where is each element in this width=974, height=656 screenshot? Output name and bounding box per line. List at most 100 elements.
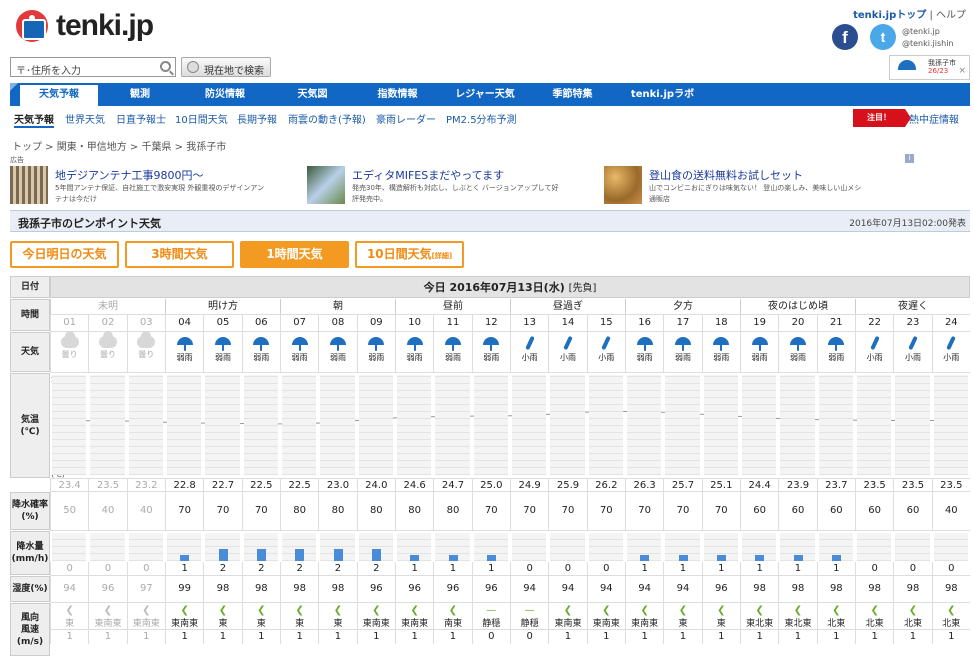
twitter-icon[interactable]: t [870,24,896,50]
weather-label: 弱雨 [636,353,653,362]
period-label: 昼前 [395,299,510,314]
wind-direction-text: 東 [716,619,726,629]
humidity-cell: 96 [433,576,471,602]
period-label: 昼過ぎ [510,299,625,314]
tab-today-tomorrow[interactable]: 今日明日の天気 [10,241,119,268]
ad-info-icon[interactable]: i [905,154,914,163]
subnav-10day[interactable]: 10日間天気 [175,111,228,126]
help-link[interactable]: ヘルプ [936,10,966,21]
temp-value: 22.8 [165,479,203,492]
subnav-longterm[interactable]: 長期予報 [237,111,277,126]
hour-cell: 18 [701,315,740,331]
umbrella-icon [483,335,500,351]
weather-cell: 弱雨 [318,332,356,372]
nav-index[interactable]: 指数情報 [365,83,430,106]
wind-cell: ❮ 南東 [433,603,471,629]
precip-cell: 0 [931,562,970,575]
humidity-cell: 98 [241,576,280,602]
temp-value: 25.0 [471,479,510,492]
wind-speed-cell: 1 [663,630,701,644]
chart-column [933,375,968,475]
tenki-top-link[interactable]: tenki.jpトップ [853,10,926,21]
gps-button-label: 現在地で検索 [204,66,264,77]
umbrella-icon [253,335,270,351]
ad-item[interactable]: 登山食の送料無料お試しセット 山でコンビニおにぎりは味気ない！ 登山の楽しみ、美… [604,166,904,206]
precip-cell: 1 [395,562,433,575]
precip-bar [678,555,688,561]
subnav-forecaster[interactable]: 日直予報士 [116,111,166,126]
hour-cell: 15 [586,315,625,331]
ad-item[interactable]: 地デジアンテナ工事9800円〜 5年間アンテナ保証、自社施工で激安実現 外観重視… [10,166,305,206]
wind-direction-text: 東 [256,619,266,629]
weather-cell: 弱雨 [625,332,663,372]
nav-forecast[interactable]: 天気予報 [20,83,98,106]
precip-bar [295,549,305,561]
wind-direction-text: 東南東 [631,619,659,629]
wind-direction-text: 東南東 [554,619,582,629]
wind-direction-text: 東南東 [94,619,122,629]
humidity-cell: 98 [318,576,356,602]
precip-label: 降水量 (mm/h) [10,531,50,575]
subnav-world[interactable]: 世界天気 [65,111,105,126]
ad-title[interactable]: エディタMIFESまだやってます [352,167,504,183]
umbrella-icon [329,335,346,351]
page-title: 我孫子市のピンポイント天気 [18,217,161,230]
twitter-handle[interactable]: @tenki.jp [902,26,954,38]
temp-value: 22.5 [241,479,280,492]
precip-prob-cell: 80 [280,492,318,530]
humidity-cell: 94 [663,576,701,602]
search-placeholder: 〒･住所を入力 [16,66,81,77]
address-search-input[interactable]: 〒･住所を入力 [10,57,176,77]
twitter-handle[interactable]: @tenki.jishin [902,38,954,50]
subnav-pm25[interactable]: PM2.5分布予測 [446,111,517,126]
wind-cell: ❮ 東南東 [356,603,395,629]
wind-direction-text: 北東 [903,619,922,629]
ad-item[interactable]: エディタMIFESまだやってます 発売30年、構造解析も対応し、しぶとく バージ… [307,166,602,206]
temp-value: 24.6 [395,479,433,492]
heatstroke-link[interactable]: 熱中症情報 [909,111,959,126]
precip-bar [755,555,765,561]
precip-prob-cell: 40 [88,492,126,530]
gps-search-button[interactable]: 現在地で検索 [181,57,271,77]
precip-cell: 2 [280,562,318,575]
precip-bar [640,555,650,561]
nav-lab[interactable]: tenki.jpラボ [615,83,710,106]
wind-direction-text: 東 [678,619,688,629]
favorite-location[interactable]: 我孫子市 26/23 × [889,55,970,80]
precip-prob-cell: 60 [816,492,855,530]
precip-column [550,533,585,561]
weather-label: 弱雨 [483,353,500,362]
search-icon[interactable] [160,61,171,72]
site-logo[interactable]: tenki.jp [16,8,186,48]
precip-prob-cell: 70 [165,492,203,530]
close-icon[interactable]: × [958,66,966,76]
subnav-forecast[interactable]: 天気予報 [14,111,54,128]
hour-cell: 12 [471,315,510,331]
weather-label: 小雨 [904,353,921,362]
nav-leisure[interactable]: レジャー天気 [440,83,530,106]
main-nav: 天気予報 観測 防災情報 天気図 指数情報 レジャー天気 季節特集 tenki.… [10,83,970,106]
ad-title[interactable]: 地デジアンテナ工事9800円〜 [55,167,204,183]
breadcrumb[interactable]: トップ > 関東・甲信地方 > 千葉県 > 我孫子市 [12,138,226,153]
ad-title[interactable]: 登山食の送料無料お試しセット [649,167,803,183]
tab-3hour[interactable]: 3時間天気 [125,241,234,268]
precip-cell: 1 [165,562,203,575]
subnav-radar[interactable]: 豪雨レーダー [376,111,436,126]
nav-weather-map[interactable]: 天気図 [280,83,345,106]
location-icon [187,61,199,73]
umbrella-icon [751,335,768,351]
tab-10day[interactable]: 10日間天気[詳細] [355,241,464,268]
wind-speed-cell: 1 [50,630,88,644]
nav-seasonal[interactable]: 季節特集 [540,83,605,106]
precip-bar [448,555,458,561]
facebook-icon[interactable]: f [832,24,858,50]
nav-observation[interactable]: 観測 [110,83,170,106]
wind-cell: ❮ 北東 [855,603,893,629]
weather-label: 弱雨 [406,353,423,362]
precip-column [588,533,623,561]
nav-disaster[interactable]: 防災情報 [190,83,260,106]
precip-column [52,533,87,561]
humidity-cell: 96 [395,576,433,602]
tab-1hour[interactable]: 1時間天気 [240,241,349,268]
subnav-rain-movement[interactable]: 雨雲の動き(予報) [288,111,366,126]
